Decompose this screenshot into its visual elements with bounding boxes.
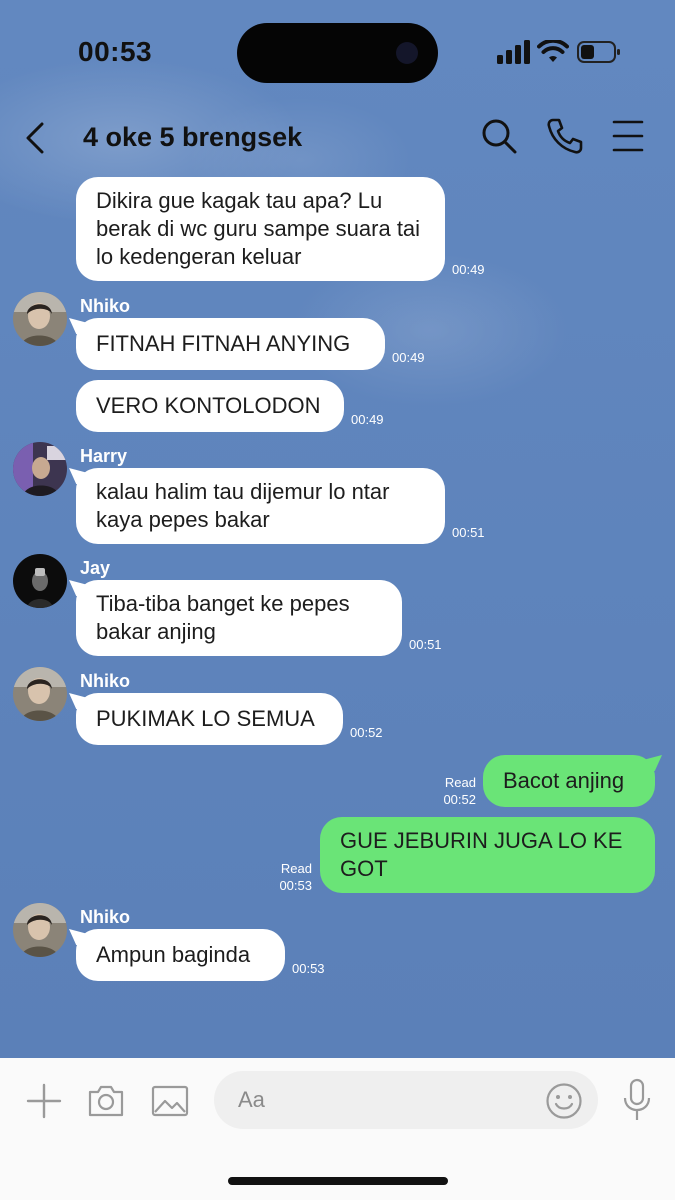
sender-name: Nhiko (80, 296, 131, 316)
message-bubble[interactable]: VERO KONTOLODON (76, 380, 344, 432)
message-bubble[interactable]: PUKIMAK LO SEMUA (76, 693, 343, 745)
message-text: kalau halim tau dijemur lo ntar kaya pep… (96, 479, 390, 532)
message-input[interactable] (214, 1071, 598, 1129)
message-text: Ampun baginda (96, 942, 251, 967)
avatar[interactable] (13, 554, 67, 608)
camera-icon[interactable] (86, 1082, 126, 1120)
read-label: Read (444, 775, 476, 790)
message-bubble[interactable]: Dikira gue kagak tau apa? Lu berak di wc… (76, 177, 445, 281)
sender-name: Harry (80, 446, 128, 466)
message-bubble[interactable]: FITNAH FITNAH ANYING (76, 318, 385, 370)
message-text: VERO KONTOLODON (96, 393, 321, 418)
sender-name: Jay (80, 558, 111, 578)
message-text: GUE JEBURIN JUGA LO KE GOT (340, 828, 623, 881)
message-time: 00:52 (350, 725, 383, 740)
message-time: 00:49 (351, 412, 384, 427)
message-time: 00:51 (452, 525, 485, 540)
message-text: FITNAH FITNAH ANYING (96, 331, 351, 356)
message-bubble-outgoing[interactable]: Bacot anjing (483, 755, 655, 807)
message-text: Tiba-tiba banget ke pepes bakar anjing (96, 591, 350, 644)
message-text: Dikira gue kagak tau apa? Lu berak di wc… (96, 188, 421, 269)
message-time: 00:51 (409, 637, 442, 652)
message-text: PUKIMAK LO SEMUA (96, 706, 315, 731)
message-time: 00:53 (279, 878, 312, 893)
avatar[interactable] (13, 903, 67, 957)
emoji-icon[interactable] (545, 1082, 583, 1120)
message-list: Dikira gue kagak tau apa? Lu berak di wc… (0, 0, 675, 1058)
avatar[interactable] (13, 442, 67, 496)
message-bubble[interactable]: Tiba-tiba banget ke pepes bakar anjing (76, 580, 402, 656)
input-bar (0, 1058, 675, 1200)
microphone-icon[interactable] (622, 1078, 652, 1122)
sender-name: Nhiko (80, 671, 131, 691)
image-icon[interactable] (150, 1082, 190, 1120)
read-label: Read (280, 861, 312, 876)
message-time: 00:49 (452, 262, 485, 277)
message-text: Bacot anjing (503, 768, 625, 793)
message-time: 00:53 (292, 961, 325, 976)
message-time: 00:52 (443, 792, 476, 807)
avatar[interactable] (13, 292, 67, 346)
read-receipt: Read 00:52 (436, 774, 476, 808)
message-bubble-outgoing[interactable]: GUE JEBURIN JUGA LO KE GOT (320, 817, 655, 893)
message-bubble[interactable]: Ampun baginda (76, 929, 285, 981)
message-bubble[interactable]: kalau halim tau dijemur lo ntar kaya pep… (76, 468, 445, 544)
plus-icon[interactable] (25, 1082, 63, 1120)
avatar[interactable] (13, 667, 67, 721)
read-receipt: Read 00:53 (272, 860, 312, 894)
home-indicator (228, 1177, 448, 1185)
sender-name: Nhiko (80, 907, 131, 927)
message-time: 00:49 (392, 350, 425, 365)
